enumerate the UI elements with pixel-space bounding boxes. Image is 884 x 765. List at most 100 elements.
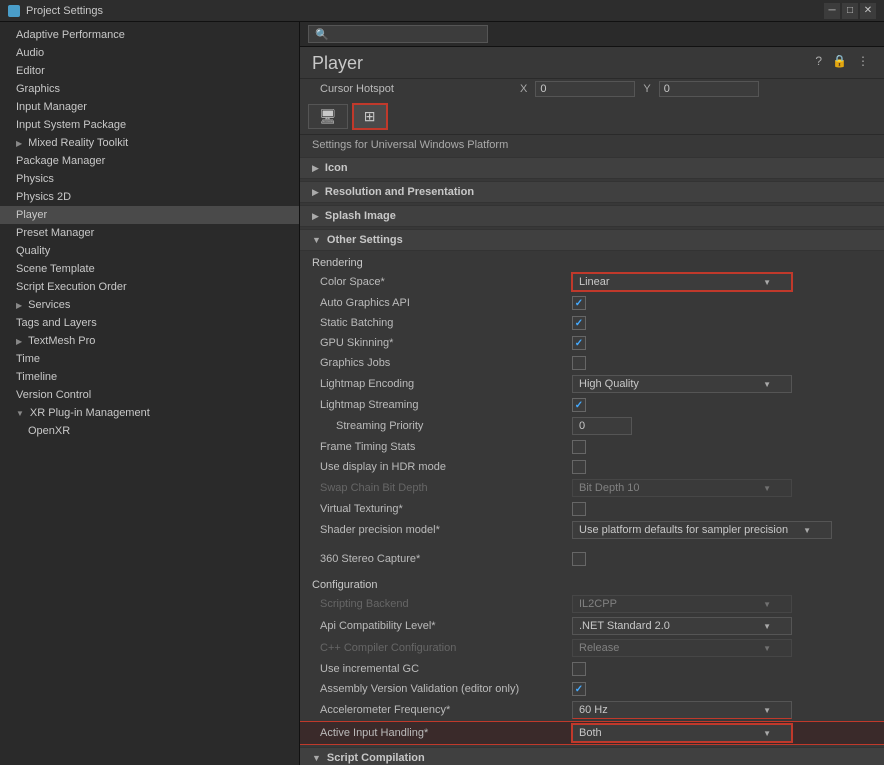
setting-lightmap-streaming: Lightmap Streaming [300, 395, 884, 415]
sidebar-item-label: Physics [16, 173, 54, 185]
dropdown-scripting-backend[interactable]: IL2CPP ▼ [572, 595, 792, 613]
label-frame-timing: Frame Timing Stats [312, 441, 572, 453]
search-input[interactable] [333, 28, 473, 40]
sidebar-item-package-manager[interactable]: Package Manager [0, 152, 299, 170]
menu-button[interactable]: ⋮ [854, 53, 872, 69]
cursor-hotspot-x[interactable] [535, 81, 635, 97]
dropdown-accelerometer[interactable]: 60 Hz ▼ [572, 701, 792, 719]
sidebar-item-label: Editor [16, 65, 45, 77]
title-bar: Project Settings ─ □ ✕ [0, 0, 884, 22]
sidebar-item-label: Scene Template [16, 263, 95, 275]
control-virtual-texturing [572, 502, 872, 516]
sidebar-item-version-control[interactable]: Version Control [0, 386, 299, 404]
dropdown-api-compat[interactable]: .NET Standard 2.0 ▼ [572, 617, 792, 635]
sidebar-item-scene-template[interactable]: Scene Template [0, 260, 299, 278]
checkbox-incremental-gc[interactable] [572, 662, 586, 676]
sidebar-item-label: Audio [16, 47, 44, 59]
sidebar-item-adaptive-performance[interactable]: Adaptive Performance [0, 26, 299, 44]
desktop-icon: 🖥 [319, 108, 337, 125]
section-splash[interactable]: ▶ Splash Image [300, 205, 884, 227]
section-splash-arrow: ▶ [312, 211, 319, 222]
section-other-settings[interactable]: ▼ Other Settings [300, 229, 884, 251]
search-bar[interactable]: 🔍 [308, 25, 488, 43]
setting-cpp-compiler: C++ Compiler Configuration Release ▼ [300, 637, 884, 659]
cursor-hotspot-y[interactable] [659, 81, 759, 97]
dropdown-scripting-arrow: ▼ [763, 600, 771, 609]
sidebar-item-physics-2d[interactable]: Physics 2D [0, 188, 299, 206]
section-resolution[interactable]: ▶ Resolution and Presentation [300, 181, 884, 203]
sidebar-item-script-execution-order[interactable]: Script Execution Order [0, 278, 299, 296]
checkbox-assembly-validation[interactable] [572, 682, 586, 696]
checkbox-auto-graphics[interactable] [572, 296, 586, 310]
checkbox-static-batching[interactable] [572, 316, 586, 330]
maximize-button[interactable]: □ [842, 3, 858, 19]
label-active-input: Active Input Handling* [312, 727, 572, 739]
checkbox-hdr-mode[interactable] [572, 460, 586, 474]
dropdown-shader-arrow: ▼ [803, 526, 811, 535]
lock-button[interactable]: 🔒 [829, 53, 850, 69]
label-hdr-mode: Use display in HDR mode [312, 461, 572, 473]
help-button[interactable]: ? [812, 53, 825, 69]
sidebar-item-editor[interactable]: Editor [0, 62, 299, 80]
input-streaming-priority[interactable] [572, 417, 632, 435]
y-label: Y [643, 83, 650, 95]
setting-accelerometer: Accelerometer Frequency* 60 Hz ▼ [300, 699, 884, 721]
section-icon[interactable]: ▶ Icon [300, 157, 884, 179]
setting-incremental-gc: Use incremental GC [300, 659, 884, 679]
sidebar-item-graphics[interactable]: Graphics [0, 80, 299, 98]
checkbox-virtual-texturing[interactable] [572, 502, 586, 516]
checkbox-lightmap-streaming[interactable] [572, 398, 586, 412]
setting-360-stereo: 360 Stereo Capture* [300, 549, 884, 569]
spacer [300, 541, 884, 549]
control-assembly-validation [572, 682, 872, 696]
sidebar-item-time[interactable]: Time [0, 350, 299, 368]
sidebar-item-label: Mixed Reality Toolkit [28, 137, 128, 149]
content-area: 🔍 Player ? 🔒 ⋮ Cursor Hotspot X Y [300, 22, 884, 765]
sidebar-item-textmesh-pro[interactable]: TextMesh Pro [0, 332, 299, 350]
dropdown-lightmap-encoding[interactable]: High Quality ▼ [572, 375, 792, 393]
section-splash-label: Splash Image [325, 210, 396, 222]
label-shader-precision: Shader precision model* [312, 524, 572, 536]
sidebar-item-physics[interactable]: Physics [0, 170, 299, 188]
sidebar-item-player[interactable]: Player [0, 206, 299, 224]
platform-tab-windows[interactable]: ⊞ [352, 103, 388, 130]
dropdown-swap-chain[interactable]: Bit Depth 10 ▼ [572, 479, 792, 497]
dropdown-color-space[interactable]: Linear ▼ [572, 273, 792, 291]
section-other-arrow: ▼ [312, 235, 321, 245]
dropdown-active-input[interactable]: Both ▼ [572, 724, 792, 742]
sidebar-item-services[interactable]: Services [0, 296, 299, 314]
sidebar-item-input-system-package[interactable]: Input System Package [0, 116, 299, 134]
sidebar-item-label: Player [16, 209, 47, 221]
sidebar-item-preset-manager[interactable]: Preset Manager [0, 224, 299, 242]
dropdown-active-input-value: Both [579, 727, 602, 739]
checkbox-graphics-jobs[interactable] [572, 356, 586, 370]
section-script-label: Script Compilation [327, 752, 425, 764]
section-script-arrow: ▼ [312, 753, 321, 763]
dropdown-lightmap-value: High Quality [579, 378, 639, 390]
checkbox-gpu-skinning[interactable] [572, 336, 586, 350]
minimize-button[interactable]: ─ [824, 3, 840, 19]
checkbox-360-stereo[interactable] [572, 552, 586, 566]
platform-tab-desktop[interactable]: 🖥 [308, 104, 348, 129]
sidebar-item-xr-plug-in-management[interactable]: XR Plug-in Management [0, 404, 299, 422]
search-icon: 🔍 [315, 28, 329, 41]
sidebar-item-openxr[interactable]: OpenXR [0, 422, 299, 440]
sidebar-item-label: Package Manager [16, 155, 105, 167]
section-resolution-arrow: ▶ [312, 187, 319, 198]
section-icon-arrow: ▶ [312, 163, 319, 174]
close-button[interactable]: ✕ [860, 3, 876, 19]
dropdown-accelerometer-value: 60 Hz [579, 704, 608, 716]
label-lightmap-encoding: Lightmap Encoding [312, 378, 572, 390]
control-hdr-mode [572, 460, 872, 474]
sidebar-item-audio[interactable]: Audio [0, 44, 299, 62]
section-script-compilation[interactable]: ▼ Script Compilation [300, 747, 884, 765]
cursor-hotspot-label: Cursor Hotspot [312, 83, 512, 95]
dropdown-cpp-compiler[interactable]: Release ▼ [572, 639, 792, 657]
checkbox-frame-timing[interactable] [572, 440, 586, 454]
sidebar-item-timeline[interactable]: Timeline [0, 368, 299, 386]
dropdown-shader-precision[interactable]: Use platform defaults for sampler precis… [572, 521, 832, 539]
sidebar-item-input-manager[interactable]: Input Manager [0, 98, 299, 116]
sidebar-item-tags-and-layers[interactable]: Tags and Layers [0, 314, 299, 332]
sidebar-item-quality[interactable]: Quality [0, 242, 299, 260]
sidebar-item-mixed-reality-toolkit[interactable]: Mixed Reality Toolkit [0, 134, 299, 152]
